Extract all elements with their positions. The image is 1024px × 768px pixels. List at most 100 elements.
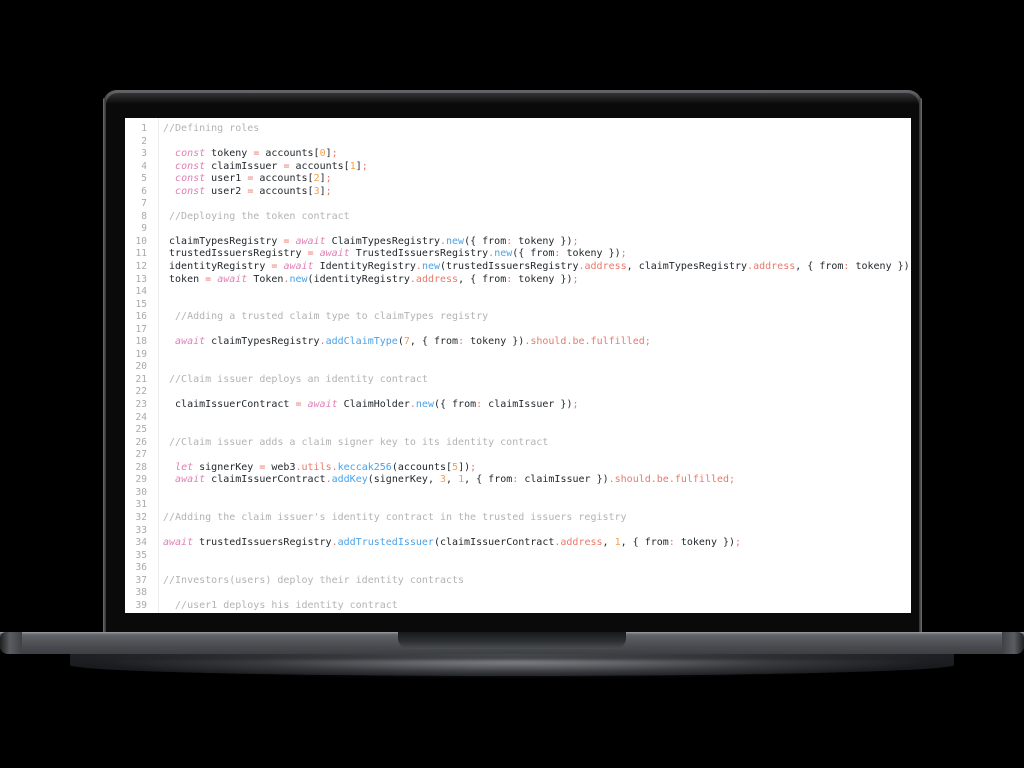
code-line[interactable]: 24 [125,412,911,425]
line-number: 35 [135,549,147,561]
code-line-content[interactable]: await claimTypesRegistry.addClaimType(7,… [155,336,911,349]
code-line[interactable]: 9 [125,223,911,236]
code-line-content[interactable] [155,136,911,149]
code-line[interactable]: 11 trustedIssuersRegistry = await Truste… [125,248,911,261]
code-line-content[interactable] [155,198,911,211]
code-line[interactable]: 39 //user1 deploys his identity contract [125,600,911,613]
code-token-txt: ({ from [512,248,555,260]
code-line-content[interactable]: //Defining roles [155,123,911,136]
code-line-content[interactable]: const tokeny = accounts[0]; [155,148,911,161]
code-line-content[interactable] [155,286,911,299]
code-line[interactable]: 19 [125,349,911,362]
code-line-content[interactable] [155,299,911,312]
code-line[interactable]: 5 const user1 = accounts[2]; [125,173,911,186]
code-line[interactable]: 22 [125,386,911,399]
code-token-txt: tokeny }) [512,235,573,247]
code-line-content[interactable]: let signerKey = web3.utils.keccak256(acc… [155,462,911,475]
code-line-content[interactable]: token = await Token.new(identityRegistry… [155,274,911,287]
code-line-content[interactable] [155,499,911,512]
code-line[interactable]: 23 claimIssuerContract = await ClaimHold… [125,399,911,412]
code-token-txt: ClaimHolder [337,399,410,411]
code-line-content[interactable]: //user1 deploys his identity contract [155,600,911,613]
code-line-content[interactable] [155,487,911,500]
code-line[interactable]: 33 [125,525,911,538]
code-line[interactable]: 6 const user2 = accounts[3]; [125,186,911,199]
code-line-content[interactable] [155,449,911,462]
base-right-cap [1002,632,1024,654]
code-token-fn: new [446,235,465,247]
code-line-content[interactable]: //Adding the claim issuer's identity con… [155,512,911,525]
code-line-content[interactable] [155,361,911,374]
line-number: 10 [135,235,147,247]
code-line[interactable]: 16 //Adding a trusted claim type to clai… [125,311,911,324]
code-line-content[interactable]: identityRegistry = await IdentityRegistr… [155,261,911,274]
code-line-content[interactable]: claimTypesRegistry = await ClaimTypesReg… [155,236,911,249]
code-line[interactable]: 1 //Defining roles [125,123,911,136]
code-line-content[interactable] [155,223,911,236]
code-line[interactable]: 4 const claimIssuer = accounts[1]; [125,161,911,174]
code-line-content[interactable] [155,412,911,425]
code-line-content[interactable]: const claimIssuer = accounts[1]; [155,161,911,174]
code-line[interactable]: 31 [125,499,911,512]
code-line-content[interactable]: const user1 = accounts[2]; [155,173,911,186]
code-line[interactable]: 30 [125,487,911,500]
code-line[interactable]: 27 [125,449,911,462]
code-line[interactable]: 15 [125,299,911,312]
code-line[interactable]: 20 [125,361,911,374]
code-line-content[interactable] [155,550,911,563]
code-line[interactable]: 14 [125,286,911,299]
code-line[interactable]: 13 token = await Token.new(identityRegis… [125,274,911,287]
code-line-content[interactable] [155,386,911,399]
code-line[interactable]: 10 claimTypesRegistry = await ClaimTypes… [125,236,911,249]
code-line[interactable]: 34 await trustedIssuersRegistry.addTruste… [125,537,911,550]
code-token-kw: await [307,399,338,411]
code-line[interactable]: 18 await claimTypesRegistry.addClaimType… [125,336,911,349]
code-line[interactable]: 38 [125,587,911,600]
code-line[interactable]: 17 [125,324,911,337]
code-token-prop: .fulfilled [668,474,730,486]
code-line[interactable]: 7 [125,198,911,211]
code-line-content[interactable]: const user2 = accounts[3]; [155,186,911,199]
code-line[interactable]: 32 //Adding the claim issuer's identity c… [125,512,911,525]
code-line-content[interactable]: await trustedIssuersRegistry.addTrustedI… [155,537,911,550]
code-line[interactable]: 21 //Claim issuer deploys an identity co… [125,374,911,387]
code-line-content[interactable] [155,324,911,337]
code-line-content[interactable]: //Claim issuer deploys an identity contr… [155,374,911,387]
code-line-content[interactable] [155,424,911,437]
code-line-content[interactable]: claimIssuerContract = await ClaimHolder.… [155,399,911,412]
code-line[interactable]: 3 const tokeny = accounts[0]; [125,148,911,161]
code-token-prop: .fulfilled [584,336,645,348]
code-token-txt: (trustedIssuersRegistry [440,261,579,273]
code-token-txt: ({ from [433,399,477,411]
code-editor[interactable]: 1 //Defining roles 2 3 const tokeny = accou… [125,118,911,613]
code-line-content[interactable] [155,349,911,362]
code-line-content[interactable]: //Deploying the token contract [155,211,911,224]
code-line-content[interactable] [155,562,911,575]
code-line[interactable]: 28 let signerKey = web3.utils.keccak256(… [125,462,911,475]
code-line[interactable]: 25 [125,424,911,437]
code-line-content[interactable] [155,525,911,538]
code-line[interactable]: 36 [125,562,911,575]
code-line[interactable]: 2 [125,136,911,149]
code-line[interactable]: 37 //Investors(users) deploy their identi… [125,575,911,588]
code-line[interactable]: 12 identityRegistry = await IdentityRegi… [125,261,911,274]
code-line-content[interactable]: //Adding a trusted claim type to claimTy… [155,311,911,324]
code-token-txt: (identityRegistry [307,273,410,285]
line-number: 36 [135,562,147,574]
code-line[interactable]: 35 [125,550,911,563]
code-line[interactable]: 29 await claimIssuerContract.addKey(sign… [125,474,911,487]
code-token-txt: token [163,273,206,285]
code-line[interactable]: 26 //Claim issuer adds a claim signer ke… [125,437,911,450]
code-line-content[interactable]: //Investors(users) deploy their identity… [155,575,911,588]
code-line-content[interactable]: trustedIssuersRegistry = await TrustedIs… [155,248,911,261]
code-line[interactable]: 8 //Deploying the token contract [125,211,911,224]
code-line-content[interactable]: await claimIssuerContract.addKey(signerK… [155,474,911,487]
code-token-txt: tokeny }) [849,261,910,273]
code-token-com: //Claim issuer deploys an identity contr… [163,373,428,385]
code-line-content[interactable]: //Claim issuer adds a claim signer key t… [155,437,911,450]
line-number: 18 [135,336,147,348]
code-line-content[interactable] [155,587,911,600]
laptop-base [0,632,1024,654]
code-lines-container[interactable]: 1 //Defining roles 2 3 const tokeny = accou… [125,123,911,612]
code-token-txt: , [602,537,615,549]
